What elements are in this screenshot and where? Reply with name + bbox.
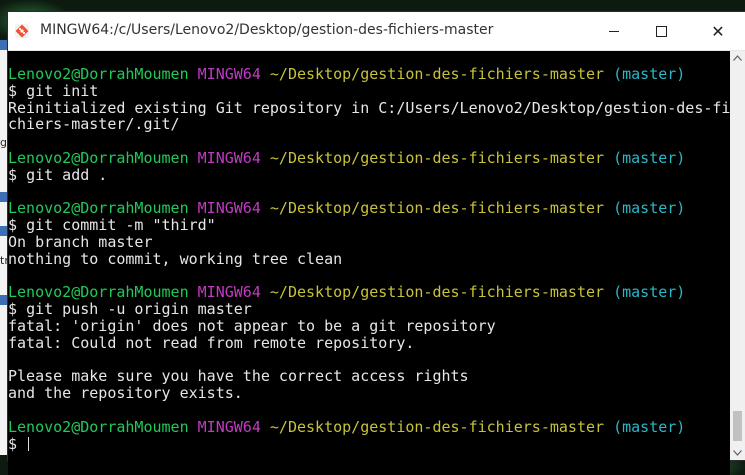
close-button[interactable]: ✕ bbox=[695, 12, 741, 50]
scrollbar-thumb[interactable] bbox=[733, 411, 742, 441]
prompt-symbol: $ bbox=[8, 81, 18, 100]
output-line: On branch master bbox=[8, 232, 153, 251]
output-line: fatal: 'origin' does not appear to be a … bbox=[8, 316, 496, 335]
desktop-text-fragment: tr bbox=[0, 255, 8, 267]
terminal-output[interactable]: Lenovo2@DorrahMoumen MINGW64 ~/Desktop/g… bbox=[8, 51, 730, 475]
terminal-window: MINGW64:/c/Users/Lenovo2/Desktop/gestion… bbox=[8, 12, 745, 475]
prompt-branch: (master) bbox=[613, 283, 686, 302]
prompt-host: MINGW64 bbox=[197, 417, 261, 436]
output-line: chiers-master/.git/ bbox=[8, 115, 180, 134]
prompt-host: MINGW64 bbox=[197, 65, 261, 83]
minimize-icon bbox=[609, 30, 619, 32]
prompt-line: Lenovo2@DorrahMoumen MINGW64 ~/Desktop/g… bbox=[8, 417, 730, 436]
desktop-text-fragment: g bbox=[0, 137, 7, 149]
desktop-icon-fragment bbox=[0, 40, 8, 50]
scroll-down-button[interactable] bbox=[730, 446, 745, 460]
output-line: nothing to commit, working tree clean bbox=[8, 249, 343, 268]
window-title: MINGW64:/c/Users/Lenovo2/Desktop/gestion… bbox=[40, 22, 494, 38]
prompt-branch: (master) bbox=[613, 148, 686, 167]
text-cursor bbox=[28, 436, 30, 451]
prompt-symbol: $ bbox=[8, 300, 18, 319]
prompt-path: ~/Desktop/gestion-des-fichiers-master bbox=[269, 199, 605, 218]
prompt-host: MINGW64 bbox=[197, 199, 261, 218]
prompt-symbol: $ bbox=[8, 434, 18, 453]
prompt-user: Lenovo2@DorrahMoumen bbox=[8, 65, 189, 83]
close-icon: ✕ bbox=[711, 21, 725, 41]
prompt-line: Lenovo2@DorrahMoumen MINGW64 ~/Desktop/g… bbox=[8, 150, 730, 167]
prompt-line: Lenovo2@DorrahMoumen MINGW64 ~/Desktop/g… bbox=[8, 284, 730, 301]
desktop-icon-fragment bbox=[0, 192, 8, 202]
prompt-branch: (master) bbox=[613, 417, 686, 436]
prompt-path: ~/Desktop/gestion-des-fichiers-master bbox=[269, 417, 605, 436]
output-line: Please make sure you have the correct ac… bbox=[8, 367, 469, 386]
prompt-line: Lenovo2@DorrahMoumen MINGW64 ~/Desktop/g… bbox=[8, 200, 730, 217]
desktop-icon-fragment bbox=[0, 226, 8, 236]
prompt-branch: (master) bbox=[613, 65, 686, 83]
prompt-user: Lenovo2@DorrahMoumen bbox=[8, 283, 189, 302]
output-line: Reinitialized existing Git repository in… bbox=[8, 98, 730, 117]
prompt-user: Lenovo2@DorrahMoumen bbox=[8, 199, 189, 218]
prompt-host: MINGW64 bbox=[197, 148, 261, 167]
chevron-up-icon bbox=[733, 55, 742, 61]
prompt-path: ~/Desktop/gestion-des-fichiers-master bbox=[269, 148, 605, 167]
prompt-host: MINGW64 bbox=[197, 283, 261, 302]
prompt-symbol: $ bbox=[8, 165, 18, 184]
command-text: git add . bbox=[26, 165, 108, 184]
output-line: and the repository exists. bbox=[8, 384, 243, 403]
desktop-icon-fragment bbox=[0, 295, 8, 305]
command-text: git commit -m "third" bbox=[26, 216, 216, 235]
command-line: $ git push -u origin master bbox=[8, 301, 730, 318]
scroll-up-button[interactable] bbox=[730, 51, 745, 65]
command-line: $ git init bbox=[8, 81, 730, 100]
active-command-line[interactable]: $ bbox=[8, 434, 730, 453]
prompt-path: ~/Desktop/gestion-des-fichiers-master bbox=[269, 65, 605, 83]
maximize-button[interactable] bbox=[638, 12, 684, 50]
command-line: $ git commit -m "third" bbox=[8, 217, 730, 234]
command-text: git push -u origin master bbox=[26, 300, 252, 319]
prompt-line: Lenovo2@DorrahMoumen MINGW64 ~/Desktop/g… bbox=[8, 66, 730, 83]
prompt-user: Lenovo2@DorrahMoumen bbox=[8, 417, 189, 436]
output-line: fatal: Could not read from remote reposi… bbox=[8, 333, 415, 352]
prompt-path: ~/Desktop/gestion-des-fichiers-master bbox=[269, 283, 605, 302]
prompt-branch: (master) bbox=[613, 199, 686, 218]
vertical-scrollbar[interactable] bbox=[730, 51, 745, 460]
command-text: git init bbox=[26, 81, 99, 100]
prompt-symbol: $ bbox=[8, 216, 18, 235]
git-bash-icon bbox=[15, 24, 29, 38]
command-line: $ git add . bbox=[8, 165, 730, 184]
prompt-user: Lenovo2@DorrahMoumen bbox=[8, 148, 189, 167]
desktop-edge-strip: g tr bbox=[0, 40, 8, 455]
maximize-icon bbox=[655, 25, 667, 37]
minimize-button[interactable] bbox=[591, 12, 637, 50]
title-bar[interactable]: MINGW64:/c/Users/Lenovo2/Desktop/gestion… bbox=[8, 12, 745, 51]
chevron-down-icon bbox=[733, 450, 742, 456]
